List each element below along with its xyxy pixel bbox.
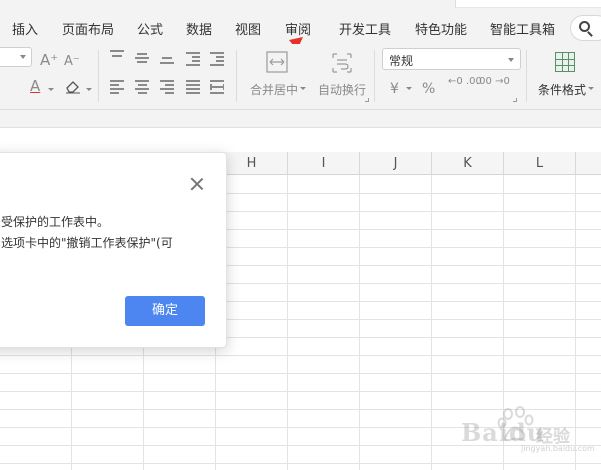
chevron-down-icon (300, 87, 306, 90)
align-middle-icon[interactable] (135, 52, 149, 64)
grid-line (431, 175, 432, 470)
close-icon[interactable] (189, 176, 205, 192)
grid-line (0, 463, 601, 464)
tab-special-features[interactable]: 特色功能 (415, 19, 467, 38)
tab-insert[interactable]: 插入 (12, 19, 38, 38)
divider (526, 50, 527, 102)
indent-increase-icon[interactable] (210, 52, 224, 66)
baidu-watermark: Baidu 经验 jingyan.baidu.com (436, 404, 596, 454)
column-header-l[interactable]: L (504, 152, 576, 175)
decimal-decrease-icon: .00 →0 (476, 76, 510, 87)
column-header-i[interactable]: I (288, 152, 360, 175)
align-center-icon[interactable] (135, 80, 149, 94)
ok-button[interactable]: 确定 (125, 296, 205, 326)
divider (236, 50, 237, 102)
grid-line (287, 175, 288, 470)
font-color-icon[interactable]: A (30, 78, 40, 94)
dialog-message-line-2: 选项卡中的"撤销工作表保护"(可 (1, 236, 173, 250)
percent-icon[interactable]: % (422, 81, 435, 97)
chevron-down-icon (588, 87, 594, 90)
font-size-dropdown[interactable] (0, 47, 32, 67)
merge-center-icon[interactable] (266, 50, 288, 74)
column-header-k[interactable]: K (432, 152, 504, 175)
wrap-text-icon[interactable] (331, 52, 353, 74)
align-justify-icon[interactable] (186, 80, 200, 94)
decimal-increase-button[interactable]: ←0 .00 (448, 76, 482, 87)
distributed-align-icon[interactable] (210, 80, 224, 94)
dialog-launcher-icon[interactable] (365, 98, 369, 102)
align-right-icon[interactable] (160, 80, 174, 94)
search-icon-handle (587, 31, 593, 37)
decimal-increase-icon: ←0 .00 (448, 76, 482, 87)
align-bottom-icon[interactable] (160, 52, 174, 64)
decimal-decrease-button[interactable]: .00 →0 (476, 76, 510, 87)
tab-smart-toolbox[interactable]: 智能工具箱 (490, 19, 555, 38)
chevron-down-icon (508, 58, 514, 62)
column-header-j[interactable]: J (360, 152, 432, 175)
chevron-down-icon (20, 55, 26, 59)
divider (98, 50, 99, 102)
sheet-gap (0, 128, 601, 146)
grid-line (0, 373, 601, 374)
conditional-format-icon[interactable] (555, 52, 575, 72)
tab-developer[interactable]: 开发工具 (339, 19, 391, 38)
column-header[interactable] (576, 152, 601, 175)
divider (374, 50, 375, 102)
protection-alert-dialog: 受保护的工作表中。 选项卡中的"撤销工作表保护"(可 确定 (0, 152, 227, 348)
document-tab-edge (455, 0, 601, 8)
align-top-icon[interactable] (110, 50, 124, 62)
dialog-message-line-1: 受保护的工作表中。 (1, 215, 110, 229)
grid-line (0, 355, 601, 356)
indent-decrease-icon[interactable] (186, 52, 200, 66)
number-format-dropdown[interactable]: 常规 (382, 48, 521, 70)
formula-bar-area (0, 110, 601, 128)
number-format-value: 常规 (389, 54, 414, 68)
watermark-url: jingyan.baidu.com (521, 444, 595, 453)
grid-line (0, 391, 601, 392)
font-increase-icon[interactable]: A⁺ (40, 52, 58, 68)
grid-line (359, 175, 360, 470)
watermark-text: Baidu (461, 418, 546, 447)
chevron-down-icon (406, 87, 412, 90)
align-left-icon[interactable] (110, 80, 124, 94)
chevron-down-icon (48, 88, 54, 91)
ribbon-toolbar: A⁺ A⁻ A 合并居中 自动换行 常规 ¥ % ←0 .00 .00 →0 条… (0, 44, 601, 110)
currency-icon[interactable]: ¥ (390, 81, 399, 97)
tab-view[interactable]: 视图 (235, 19, 261, 38)
tab-data[interactable]: 数据 (186, 19, 212, 38)
chevron-down-icon (86, 88, 92, 91)
merge-center-label[interactable]: 合并居中 (250, 81, 298, 98)
font-decrease-icon[interactable]: A⁻ (64, 54, 80, 70)
tab-page-layout[interactable]: 页面布局 (62, 19, 114, 38)
eraser-icon[interactable] (64, 78, 82, 94)
search-button[interactable] (570, 15, 601, 41)
dialog-launcher-icon[interactable] (513, 98, 517, 102)
wrap-text-label[interactable]: 自动换行 (318, 81, 366, 98)
conditional-format-label[interactable]: 条件格式 (538, 81, 586, 98)
tab-formulas[interactable]: 公式 (137, 19, 163, 38)
title-strip (0, 0, 601, 8)
